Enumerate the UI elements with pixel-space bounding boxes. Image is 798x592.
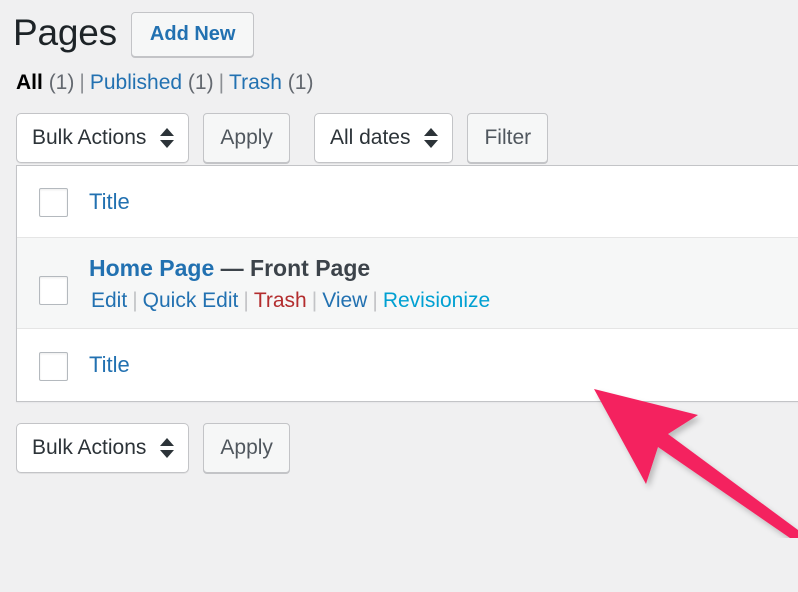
row-action-trash[interactable]: Trash <box>254 289 307 312</box>
select-stepper-icon <box>424 128 438 148</box>
status-filter-links: All (1)|Published (1)|Trash (1) <box>0 70 798 95</box>
row-checkbox[interactable] <box>39 276 68 305</box>
filter-count-published: (1) <box>188 71 214 94</box>
row-action-view[interactable]: View <box>322 289 367 312</box>
row-post-state: — Front Page <box>214 255 370 281</box>
row-title-line: Home Page — Front Page <box>89 254 798 284</box>
row-action-separator: | <box>238 289 253 312</box>
select-stepper-icon <box>160 438 174 458</box>
select-stepper-icon <box>160 128 174 148</box>
filter-separator-2: | <box>214 71 229 94</box>
column-header-title-cell: Title <box>89 189 798 215</box>
select-all-cell <box>17 186 89 217</box>
page-title: Pages <box>13 13 117 54</box>
row-select-cell <box>17 254 89 305</box>
row-actions: Edit|Quick Edit|Trash|View|Revisionize <box>89 287 798 314</box>
bulk-actions-select-top[interactable]: Bulk Actions <box>16 113 189 163</box>
page-header: Pages Add New <box>0 0 798 52</box>
bulk-actions-select-top-value: Bulk Actions <box>32 126 146 150</box>
filter-count-all: (1) <box>49 71 75 94</box>
tablenav-bottom: Bulk Actions Apply <box>0 402 798 472</box>
apply-button-bottom[interactable]: Apply <box>203 423 290 473</box>
row-action-separator: | <box>307 289 322 312</box>
add-new-button[interactable]: Add New <box>131 12 255 57</box>
date-filter-select-value: All dates <box>330 126 411 150</box>
row-action-revisionize[interactable]: Revisionize <box>383 289 490 312</box>
filter-item-all: All (1) <box>16 71 74 94</box>
pages-list-table: Title Home Page — Front Page Edit|Quick … <box>16 165 798 402</box>
column-footer-title-cell: Title <box>89 352 798 378</box>
filter-item-trash: Trash (1) <box>229 71 313 94</box>
filter-item-published: Published (1) <box>90 71 214 94</box>
apply-button-top[interactable]: Apply <box>203 113 290 163</box>
select-all-cell-bottom <box>17 350 89 381</box>
filter-button[interactable]: Filter <box>467 113 548 163</box>
row-action-quick-edit[interactable]: Quick Edit <box>143 289 239 312</box>
select-all-checkbox-top[interactable] <box>39 188 68 217</box>
row-action-separator: | <box>127 289 142 312</box>
filter-link-all[interactable]: All <box>16 71 43 94</box>
row-action-separator: | <box>367 289 382 312</box>
table-row: Home Page — Front Page Edit|Quick Edit|T… <box>17 238 798 329</box>
table-footer-row: Title <box>17 329 798 401</box>
bulk-actions-select-bottom-value: Bulk Actions <box>32 436 146 460</box>
row-action-edit[interactable]: Edit <box>91 289 127 312</box>
date-filter-select[interactable]: All dates <box>314 113 454 163</box>
filter-link-published[interactable]: Published <box>90 71 182 94</box>
select-all-checkbox-bottom[interactable] <box>39 352 68 381</box>
filter-link-trash[interactable]: Trash <box>229 71 282 94</box>
tablenav-top: Bulk Actions Apply All dates Filter <box>0 95 798 165</box>
table-header-row: Title <box>17 166 798 238</box>
filter-separator-1: | <box>74 71 89 94</box>
row-title-link[interactable]: Home Page <box>89 255 214 281</box>
column-footer-title[interactable]: Title <box>89 352 130 378</box>
row-title-cell: Home Page — Front Page Edit|Quick Edit|T… <box>89 254 798 314</box>
column-header-title[interactable]: Title <box>89 189 130 215</box>
filter-count-trash: (1) <box>288 71 314 94</box>
bulk-actions-select-bottom[interactable]: Bulk Actions <box>16 423 189 473</box>
